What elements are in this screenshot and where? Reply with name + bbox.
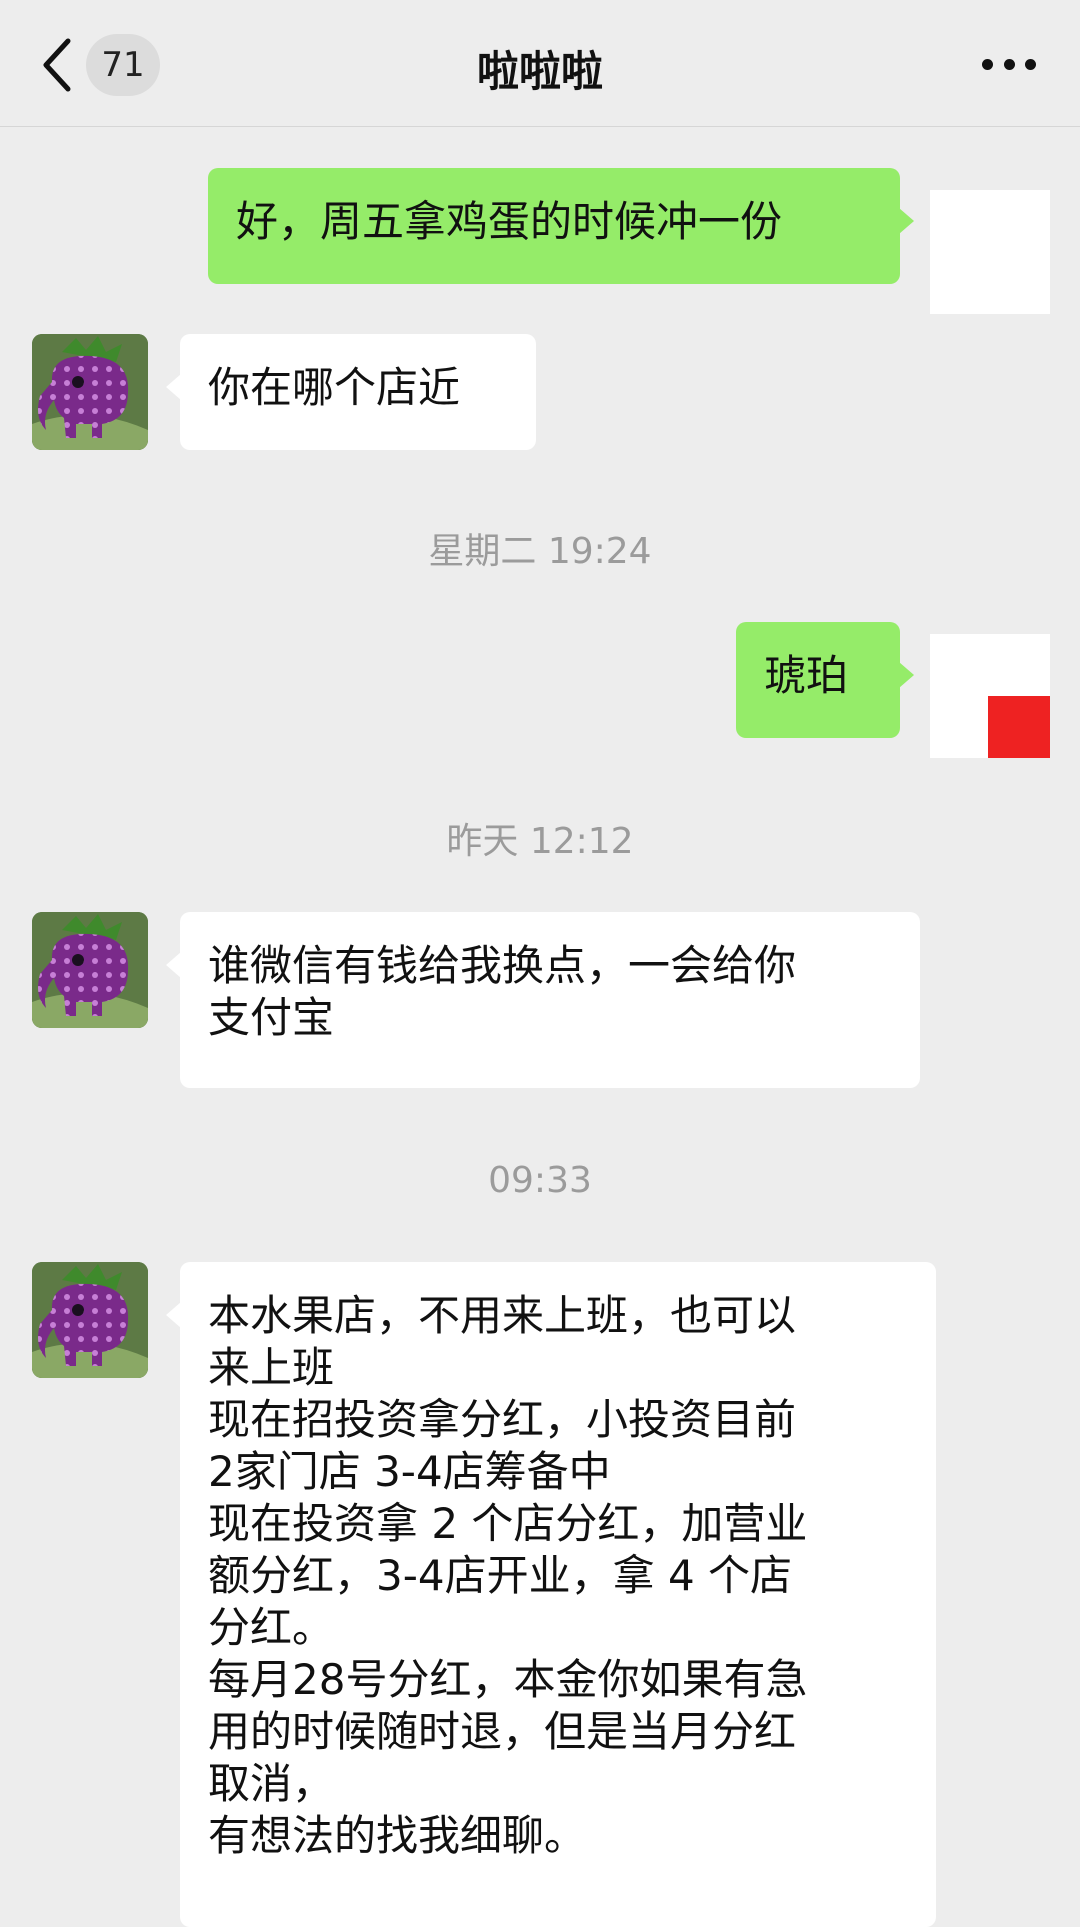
outgoing-message[interactable]: 琥珀 <box>736 622 914 738</box>
timestamp: 星期二 19:24 <box>428 531 652 572</box>
timestamp: 昨天 12:12 <box>446 821 634 862</box>
avatar-red-square <box>988 696 1050 758</box>
friend-avatar[interactable] <box>32 334 148 450</box>
outgoing-message[interactable]: 好，周五拿鸡蛋的时候冲一份 <box>208 168 914 284</box>
friend-avatar[interactable] <box>32 1262 148 1378</box>
incoming-message[interactable]: 你在哪个店近 <box>166 334 536 450</box>
my-avatar[interactable] <box>930 634 1050 758</box>
my-avatar[interactable] <box>930 190 1050 314</box>
incoming-message[interactable]: 谁微信有钱给我换点，一会给你 支付宝 <box>166 912 920 1088</box>
incoming-message[interactable]: 本水果店，不用来上班，也可以 来上班 现在招投资拿分红，小投资目前 2家门店 3… <box>166 1262 936 1927</box>
strawberry-elephant-avatar <box>32 334 148 450</box>
chat-title: 啦啦啦 <box>476 47 603 96</box>
strawberry-elephant-avatar <box>32 1262 148 1378</box>
more-dots-icon <box>982 58 993 70</box>
timestamp: 09:33 <box>488 1160 592 1201</box>
strawberry-elephant-avatar <box>32 912 148 1028</box>
chat-header: 71 啦啦啦 <box>0 0 1080 127</box>
friend-avatar[interactable] <box>32 912 148 1028</box>
more-options-button[interactable] <box>982 52 1036 76</box>
